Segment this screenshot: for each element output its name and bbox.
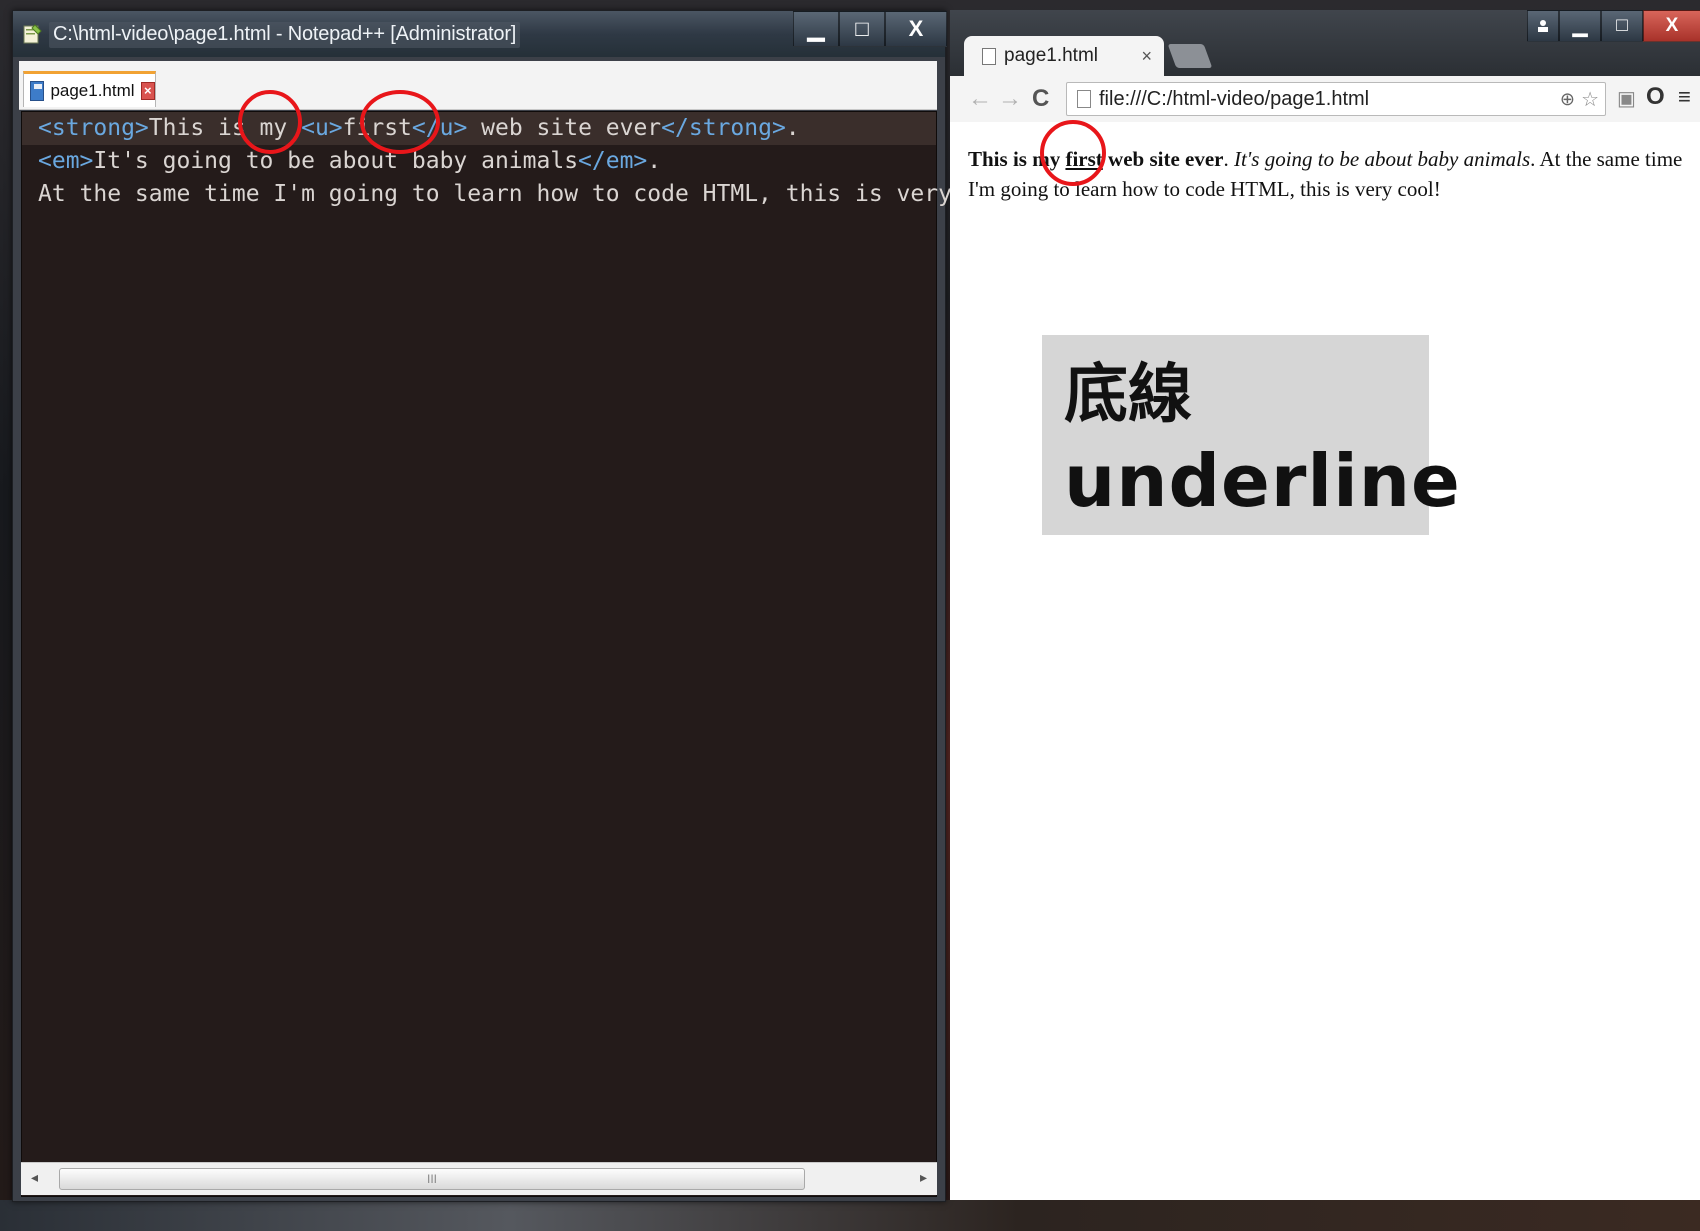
code-lines: <strong>This is my <u>first</u> web site… <box>22 112 1035 211</box>
scrollbar-grip: III <box>426 1172 437 1186</box>
em-text: It's going to be about baby animals <box>1233 147 1531 171</box>
html-tag-token: </strong> <box>661 115 786 141</box>
notepadpp-window: C:\html-video\page1.html - Notepad++ [Ad… <box>12 10 1035 1202</box>
text-token: . <box>647 148 662 174</box>
forward-arrow-icon[interactable]: → <box>998 85 1022 113</box>
maximize-button[interactable]: □ <box>839 11 885 47</box>
notepadpp-window-controls: ▁ □ X <box>793 11 947 47</box>
text-token: At the same time I'm going to learn how … <box>38 181 1035 207</box>
highlight-ring-rendered-underline <box>1040 120 1106 186</box>
new-tab-button[interactable] <box>1167 44 1213 68</box>
scrollbar-thumb[interactable]: III <box>59 1168 805 1190</box>
minimize-button[interactable]: ▁ <box>793 11 839 47</box>
address-url[interactable]: file:///C:/html-video/page1.html <box>1099 88 1369 111</box>
html-tag-token: <strong> <box>38 115 149 141</box>
text-token: . <box>785 115 800 141</box>
horizontal-scrollbar[interactable]: ◂ III ▸ <box>21 1162 937 1195</box>
bookmark-star-icon[interactable]: ☆ <box>1581 87 1599 112</box>
browser-toolbar: ← → C file:///C:/html-video/page1.html ⊕… <box>950 76 1700 123</box>
text-token: It's going to be about baby animals <box>93 148 579 174</box>
notepad-app-icon <box>23 24 42 44</box>
address-bar[interactable]: file:///C:/html-video/page1.html ⊕ ☆ <box>1066 82 1606 116</box>
tab-close-icon[interactable]: × <box>140 81 155 100</box>
code-line[interactable]: <strong>This is my <u>first</u> web site… <box>22 112 936 145</box>
notepadpp-titlebar[interactable]: C:\html-video\page1.html - Notepad++ [Ad… <box>13 11 947 57</box>
menu-icon[interactable]: ≡ <box>1678 84 1691 110</box>
tab-page1[interactable]: page1.html × <box>23 71 156 107</box>
highlight-ring-open-tag <box>238 90 302 154</box>
html-tag-token: <u> <box>301 115 343 141</box>
underline-callout: 底線 underline <box>1042 335 1461 535</box>
saved-file-icon <box>30 80 45 101</box>
profile-button[interactable] <box>1527 10 1559 42</box>
html-tag-token: </em> <box>578 148 648 174</box>
period-text: . <box>1223 147 1234 171</box>
text-token: web site ever <box>467 115 662 141</box>
callout-english: underline <box>1064 439 1461 523</box>
tab-close-icon[interactable]: × <box>1141 46 1152 67</box>
minimize-button[interactable]: ▁ <box>1559 10 1601 42</box>
back-arrow-icon[interactable]: ← <box>968 85 992 113</box>
browser-window: page1.html × ▁ □ X ← → C file:///C:/html… <box>950 10 1700 1200</box>
scroll-right-arrow-icon[interactable]: ▸ <box>920 1169 927 1186</box>
reload-icon[interactable]: C <box>1032 85 1049 113</box>
notepadpp-title: C:\html-video\page1.html - Notepad++ [Ad… <box>49 22 521 48</box>
code-line[interactable]: At the same time I'm going to learn how … <box>22 178 1035 211</box>
callout-chinese: 底線 <box>1064 358 1192 432</box>
code-line[interactable]: <em>It's going to be about baby animals<… <box>22 145 936 178</box>
browser-viewport: This is my first web site ever. It's goi… <box>950 122 1700 1200</box>
user-icon <box>1538 20 1548 32</box>
page-icon <box>1077 90 1091 108</box>
maximize-button[interactable]: □ <box>1601 10 1643 42</box>
browser-titlebar[interactable]: page1.html × ▁ □ X <box>950 10 1700 76</box>
close-button[interactable]: X <box>885 11 947 47</box>
highlight-ring-close-tag <box>360 90 440 154</box>
opera-extension-icon[interactable]: O <box>1646 83 1665 111</box>
zoom-icon[interactable]: ⊕ <box>1560 89 1575 110</box>
taskbar-strip <box>0 1200 1700 1231</box>
notepadpp-tabbar: page1.html × <box>19 61 937 110</box>
browser-window-controls: ▁ □ X <box>1527 10 1700 46</box>
browser-tab[interactable]: page1.html × <box>964 36 1164 76</box>
document-icon <box>982 47 996 65</box>
code-editor[interactable]: <strong>This is my <u>first</u> web site… <box>21 111 1035 1197</box>
extension-icon[interactable]: ▣ <box>1617 86 1636 111</box>
strong-after: web site ever <box>1102 147 1224 171</box>
html-tag-token: <em> <box>38 148 94 174</box>
scroll-left-arrow-icon[interactable]: ◂ <box>31 1169 38 1186</box>
close-button[interactable]: X <box>1643 10 1700 42</box>
tab-label: page1.html <box>50 80 135 100</box>
browser-tab-title: page1.html <box>1004 45 1099 66</box>
